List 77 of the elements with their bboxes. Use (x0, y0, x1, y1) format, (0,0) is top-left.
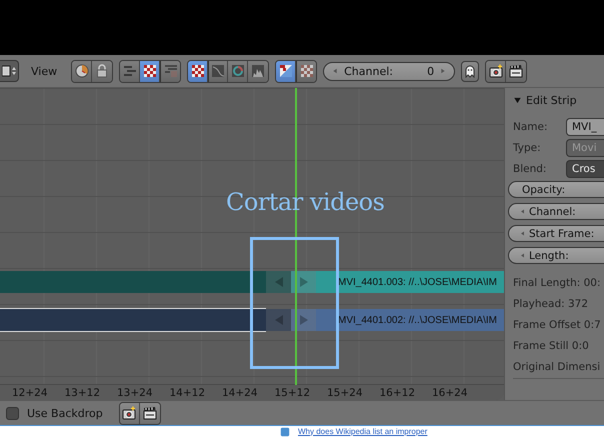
panel-title: Edit Strip (526, 94, 577, 107)
split-toggle[interactable] (276, 60, 296, 82)
info-text: Frame Still 0:0 (513, 339, 590, 354)
number-field[interactable]: Length: (508, 247, 604, 264)
histogram-toggle[interactable] (248, 60, 268, 82)
strip-label: MVI_4401.003: //..\JOSE\MEDIA\IM (316, 271, 504, 293)
frame-tick-label: 15+12 (274, 386, 312, 398)
ring-toggle[interactable] (228, 60, 248, 82)
editor-icon (2, 64, 16, 78)
backdrop-label: Use Backdrop (27, 406, 103, 420)
histogram-icon (251, 64, 266, 78)
channel-label: Channel: (344, 64, 393, 78)
frame-tick-label: 13+24 (117, 386, 154, 398)
ghost-icon (463, 64, 478, 78)
number-field[interactable]: Opacity: (508, 181, 604, 198)
checker-lines-toggle[interactable] (160, 60, 180, 82)
clapper-icon (509, 64, 524, 78)
lines-icon (122, 64, 137, 78)
left-arrow-icon (331, 67, 340, 75)
info-text: Final Length: 00: (513, 276, 602, 291)
lock-icon (95, 64, 110, 78)
checker-small-icon (300, 64, 314, 78)
field-label: Start Frame: (529, 228, 594, 240)
view-menu[interactable]: View (31, 64, 58, 78)
strip-label: MVI_4401.002: //..\JOSE\MEDIA\IM (316, 309, 504, 331)
clapper-button[interactable] (506, 60, 526, 82)
field-label: Channel: (529, 206, 576, 218)
clock-icon (74, 64, 89, 78)
right-arrow-icon (439, 67, 448, 75)
frame-tick-label: 16+24 (432, 386, 469, 398)
editor-type-button[interactable] (0, 60, 19, 82)
camera-icon (122, 406, 136, 420)
camera-icon (488, 64, 503, 78)
frame-tick-label: 16+12 (380, 386, 416, 398)
split-icon (278, 64, 293, 78)
info-text: Original Dimensi (513, 360, 602, 375)
clapper-button[interactable] (140, 402, 160, 424)
frame-tick-label: 13+12 (64, 386, 102, 398)
field-label: Length: (529, 250, 569, 262)
curve-icon (211, 64, 226, 78)
field-label: Name: (513, 120, 549, 132)
frame-tick-label: 14+12 (170, 386, 206, 398)
ring-icon (230, 64, 245, 78)
dropdown[interactable]: Cros (566, 160, 604, 178)
checker-icon (190, 64, 205, 78)
left-arrow-icon (519, 230, 526, 237)
camera-button[interactable] (486, 60, 506, 82)
name-field[interactable]: MVI_ (566, 118, 604, 136)
checkbox[interactable] (6, 406, 19, 420)
channel-value: 0 (427, 64, 434, 78)
frame-tick-label: 12+24 (12, 386, 49, 398)
field-label: Blend: (513, 162, 548, 174)
info-text: Frame Offset 0:7 (513, 318, 602, 333)
left-arrow-icon (519, 252, 526, 259)
ghost-button[interactable] (461, 60, 480, 82)
number-field[interactable]: Channel: (508, 203, 604, 220)
camera-button[interactable] (120, 402, 140, 424)
lock-toggle[interactable] (92, 60, 112, 82)
clapper-icon (142, 406, 157, 420)
panel-header[interactable]: Edit Strip (513, 94, 604, 107)
checker-icon (142, 64, 157, 78)
page-link[interactable]: Why does Wikipedia list an improper (298, 426, 428, 436)
left-arrow-icon (519, 208, 526, 215)
checker-lines-icon (164, 64, 178, 78)
clock-toggle[interactable] (72, 60, 92, 82)
channel-field[interactable]: Channel: 0 (323, 62, 456, 80)
frame-tick-label: 15+24 (327, 386, 364, 398)
info-text: Playhead: 372 (513, 297, 590, 312)
checker-toggle[interactable] (188, 60, 208, 82)
curve-toggle[interactable] (208, 60, 228, 82)
disclosure-triangle-icon (513, 96, 522, 105)
checker-small-toggle[interactable] (296, 60, 316, 82)
lines-toggle[interactable] (120, 60, 140, 82)
frame-tick-label: 14+24 (222, 386, 259, 398)
field-label: Type: (513, 142, 542, 154)
checker-toggle[interactable] (140, 60, 160, 82)
number-field[interactable]: Start Frame: (508, 225, 604, 242)
